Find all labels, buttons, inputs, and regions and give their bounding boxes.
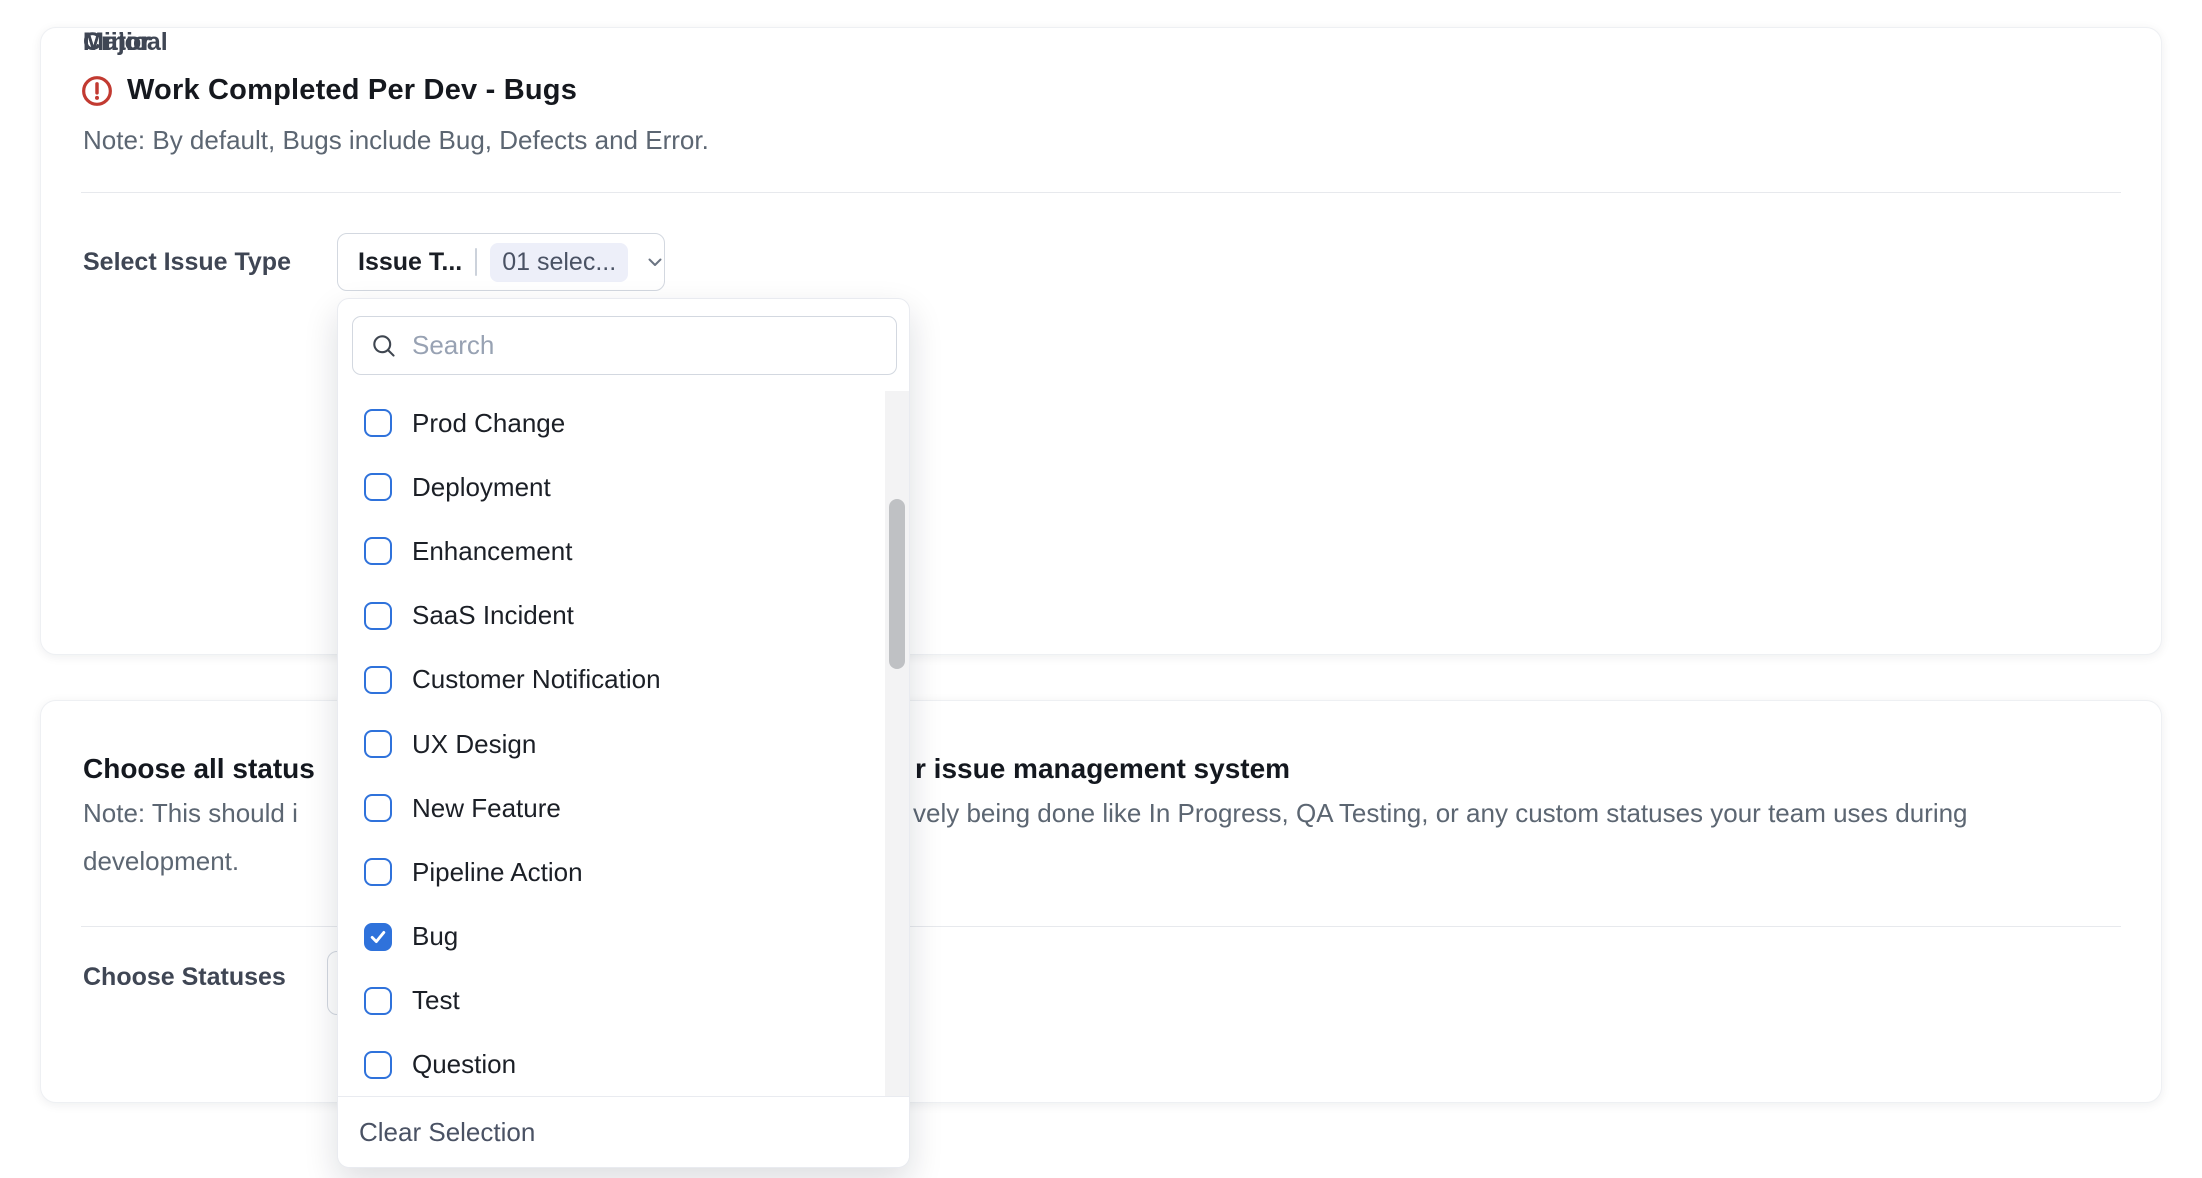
option-label: Prod Change [412, 408, 565, 439]
severity-label-critical: Critical [83, 28, 168, 57]
page: Work Completed Per Dev - Bugs Note: By d… [0, 0, 2202, 1178]
option-label: Deployment [412, 472, 551, 503]
issue-type-option[interactable]: Deployment [338, 455, 909, 519]
search-icon [370, 332, 398, 360]
scrollbar-thumb[interactable] [889, 499, 905, 669]
issue-type-dropdown: Prod Change Deployment Enhancement SaaS … [337, 298, 910, 1168]
chevron-down-icon [643, 250, 667, 274]
card2-note-line2: development. [83, 845, 239, 877]
card2-heading-right: r issue management system [915, 752, 1290, 786]
checkbox-icon[interactable] [364, 987, 392, 1015]
card2-heading-left: Choose all status [83, 752, 339, 786]
card1-divider [81, 192, 2121, 193]
issue-type-option[interactable]: Pipeline Action [338, 840, 909, 904]
option-label: New Feature [412, 793, 561, 824]
issue-type-list: Prod Change Deployment Enhancement SaaS … [338, 391, 909, 1097]
issue-type-option[interactable]: Prod Change [338, 391, 909, 455]
card2-note-right: vely being done like In Progress, QA Tes… [913, 797, 1968, 829]
page-title: Work Completed Per Dev - Bugs [127, 74, 577, 107]
checkbox-icon[interactable] [364, 537, 392, 565]
checkbox-icon[interactable] [364, 730, 392, 758]
option-label: Enhancement [412, 536, 572, 567]
checkbox-icon[interactable] [364, 794, 392, 822]
checkbox-icon[interactable] [364, 923, 392, 951]
issue-type-option[interactable]: UX Design [338, 712, 909, 776]
issue-type-option[interactable]: Test [338, 969, 909, 1033]
issue-type-trigger[interactable]: Issue T... 01 selec... [337, 233, 665, 291]
card1-title-row: Work Completed Per Dev - Bugs [81, 74, 577, 107]
alert-circle-icon [81, 75, 113, 107]
check-icon [368, 927, 388, 947]
checkbox-icon[interactable] [364, 1051, 392, 1079]
choose-statuses-label: Choose Statuses [83, 963, 286, 992]
checkbox-icon[interactable] [364, 602, 392, 630]
option-label: Test [412, 985, 460, 1016]
checkbox-icon[interactable] [364, 858, 392, 886]
checkbox-icon[interactable] [364, 409, 392, 437]
issue-type-option[interactable]: Bug [338, 905, 909, 969]
option-label: Question [412, 1049, 516, 1080]
checkbox-icon[interactable] [364, 473, 392, 501]
option-label: UX Design [412, 729, 536, 760]
checkbox-icon[interactable] [364, 666, 392, 694]
dropdown-footer: Clear Selection [338, 1096, 909, 1167]
selected-count-badge: 01 selec... [490, 243, 628, 282]
trigger-label: Issue T... [358, 248, 462, 277]
issue-type-option[interactable]: New Feature [338, 776, 909, 840]
card1-note: Note: By default, Bugs include Bug, Defe… [83, 124, 709, 156]
option-label: Customer Notification [412, 664, 661, 695]
card2-note-left: Note: This should i [83, 797, 339, 829]
issue-type-option[interactable]: Enhancement [338, 519, 909, 583]
issue-type-option[interactable]: Customer Notification [338, 648, 909, 712]
option-label: SaaS Incident [412, 600, 574, 631]
search-box[interactable] [352, 316, 897, 375]
scrollbar-track[interactable] [885, 391, 909, 1097]
trigger-separator [475, 248, 477, 276]
clear-selection-button[interactable]: Clear Selection [359, 1117, 535, 1148]
search-input[interactable] [412, 330, 896, 361]
select-issue-type-label: Select Issue Type [83, 248, 291, 277]
issue-type-option[interactable]: SaaS Incident [338, 584, 909, 648]
issue-type-option[interactable]: Question [338, 1033, 909, 1097]
option-label: Bug [412, 921, 458, 952]
option-label: Pipeline Action [412, 857, 583, 888]
